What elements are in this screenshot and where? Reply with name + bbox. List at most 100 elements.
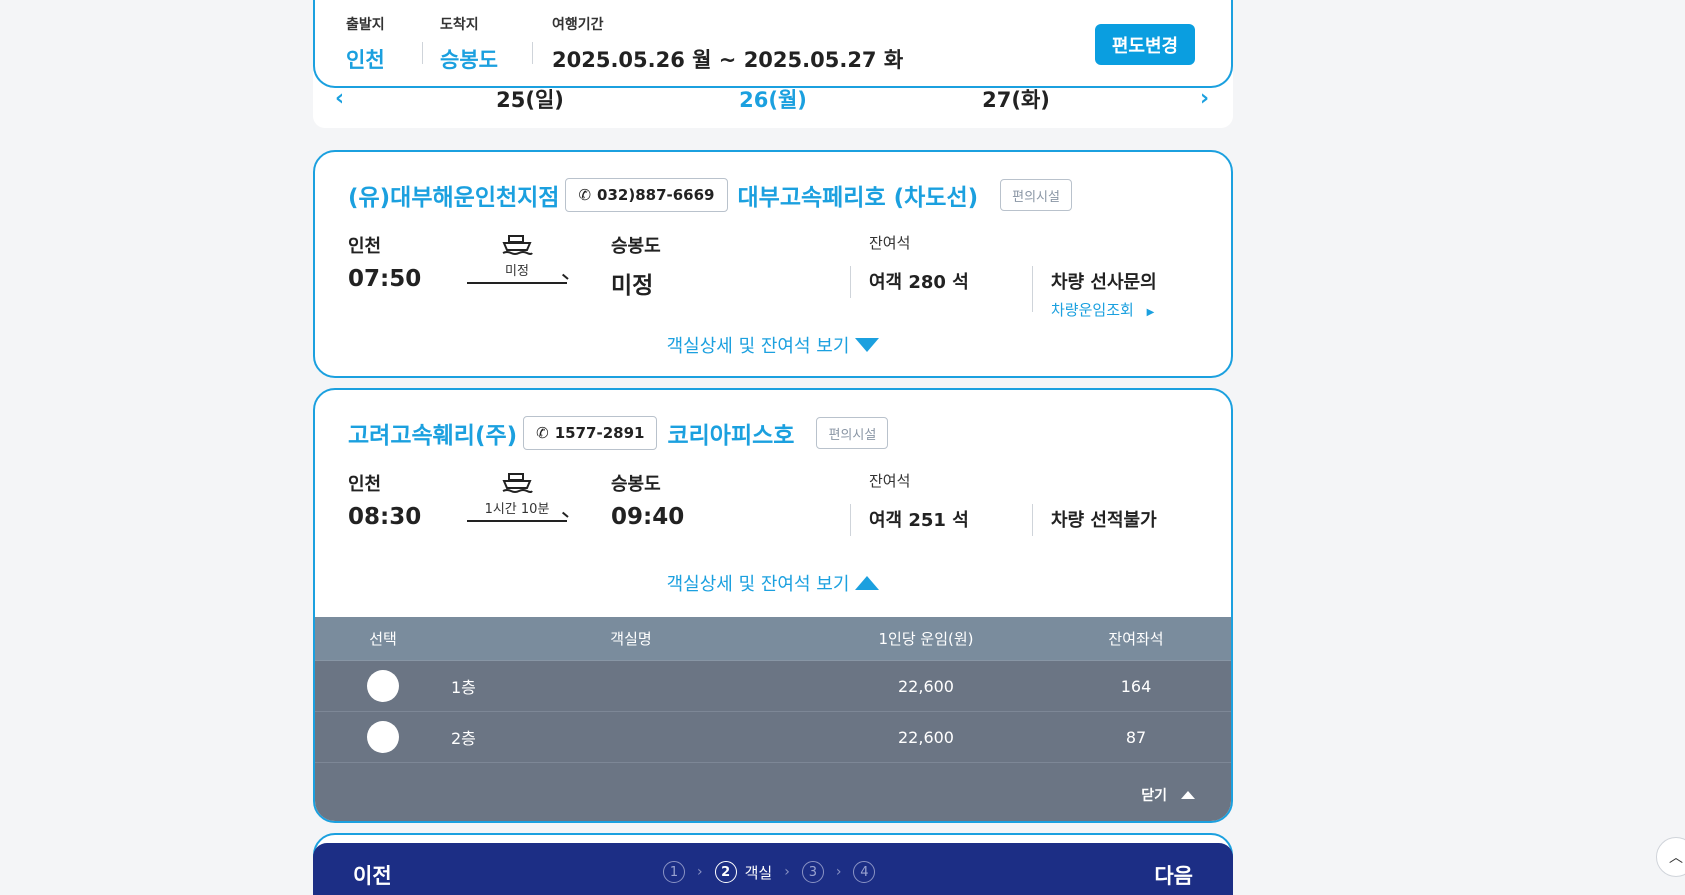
company-name: (유)대부해운인천지점 [348,185,560,211]
departure-port: 인천 [348,474,382,495]
route-arrow [467,282,567,284]
departure-col: 출발지 인천 [346,14,385,74]
cabin-name: 1층 [451,678,476,697]
seat-label: 잔여석 [869,234,911,252]
cabin-table-header: 선택 객실명 1인당 운임(원) 잔여좌석 [315,617,1231,661]
cabin-name: 2층 [451,729,476,748]
next-button[interactable]: 다음 [1154,860,1193,890]
col-remaining: 잔여좌석 [1108,630,1164,648]
triangle-up-icon [855,576,880,590]
chevron-right-icon: › [784,864,790,880]
phone-badge[interactable]: ✆ 032)887-6669 [565,178,728,212]
arrival-port: 승봉도 [611,474,661,495]
cabin-fare: 22,600 [898,727,954,747]
cabin-remaining: 87 [1125,727,1147,747]
detail-toggle[interactable]: 객실상세 및 잔여석 보기 [315,332,1231,358]
period-value: 2025.05.26 월 ~ 2025.05.27 화 [552,48,904,72]
detail-toggle[interactable]: 객실상세 및 잔여석 보기 [315,570,1231,596]
detail-toggle-label: 객실상세 및 잔여석 보기 [666,336,850,357]
cabin-fare: 22,600 [898,676,954,696]
trip-header: 고려고속훼리(주) ✆ 1577-2891 코리아피스호 편의시설 [348,416,889,450]
chevron-up-icon: ︿ [1669,850,1683,866]
departure-time: 08:30 [348,504,422,530]
trip-header: (유)대부해운인천지점 ✆ 032)887-6669 대부고속페리호 (차도선)… [348,178,1072,212]
trip-card: 고려고속훼리(주) ✆ 1577-2891 코리아피스호 편의시설 인천 08:… [313,388,1233,823]
select-cell [315,721,451,753]
vehicle-rate-link[interactable]: 차량운임조회 ▶ [1051,299,1154,320]
date-item-27[interactable]: 27(화) [946,84,1086,114]
departure-label: 출발지 [346,17,385,33]
cabin-radio[interactable] [367,670,399,702]
arrival-value: 승봉도 [440,48,498,72]
cabin-remaining: 164 [1120,676,1152,696]
step-indicator: 1 › 2 객실 › 3 › 4 [663,861,876,883]
col-select: 선택 [369,630,397,648]
step-2: 2 [714,861,737,883]
caret-right-icon: ▶ [1146,307,1155,318]
date-item-26[interactable]: 26(월) [703,84,843,114]
triangle-up-icon [1181,791,1195,799]
arrival-time: 미정 [611,273,654,299]
step-4: 4 [853,861,876,883]
cabin-table: 선택 객실명 1인당 운임(원) 잔여좌석 1층 22,600 164 2층 2… [315,617,1231,821]
divider [532,42,533,64]
arrival-col: 도착지 승봉도 [440,14,498,74]
vehicle-rate-label: 차량운임조회 [1051,301,1134,319]
close-detail-button[interactable]: 닫기 [1141,785,1195,805]
detail-toggle-label: 객실상세 및 잔여석 보기 [666,574,850,595]
arrival-port: 승봉도 [611,236,661,257]
next-date-icon[interactable]: › [1200,86,1209,111]
ferry-icon [502,473,533,493]
period-col: 여행기간 2025.05.26 월 ~ 2025.05.27 화 [552,14,903,74]
col-cabin-name: 객실명 [610,630,652,648]
divider [850,504,851,536]
search-summary: 출발지 인천 도착지 승봉도 여행기간 2025.05.26 월 ~ 2025.… [313,0,1233,88]
departure-port: 인천 [348,236,382,257]
cabin-radio[interactable] [367,721,399,753]
ferry-icon [502,235,533,255]
seat-label: 잔여석 [869,472,911,490]
duration: 미정 [505,264,529,279]
ship-name: 대부고속페리호 (차도선) [737,185,979,211]
passenger-seats: 여객 280 석 [869,272,969,293]
divider [1032,504,1033,536]
ship-name: 코리아피스호 [667,423,795,449]
step-3: 3 [801,861,824,883]
arrival-label: 도착지 [440,17,479,33]
phone-icon: ✆ [536,424,549,442]
divider [850,266,851,298]
select-cell [315,670,451,702]
table-row[interactable]: 1층 22,600 164 [315,661,1231,712]
route-arrow [467,520,567,522]
vehicle-info: 차량 선사문의 [1051,272,1157,293]
step-2-label: 객실 [744,863,773,882]
trip-card: (유)대부해운인천지점 ✆ 032)887-6669 대부고속페리호 (차도선)… [313,150,1233,378]
passenger-seats: 여객 251 석 [869,510,969,531]
prev-date-icon[interactable]: ‹ [335,86,344,111]
departure-time: 07:50 [348,266,422,292]
chevron-right-icon: › [835,864,842,880]
phone-icon: ✆ [578,186,592,204]
company-name: 고려고속훼리(주) [348,423,518,449]
vehicle-info: 차량 선적불가 [1051,510,1157,531]
facility-button[interactable]: 편의시설 [816,417,889,449]
divider [422,42,423,64]
triangle-down-icon [855,338,880,352]
col-fare: 1인당 운임(원) [878,630,974,648]
phone-number: 032)887-6669 [597,186,715,204]
facility-button[interactable]: 편의시설 [1000,179,1072,211]
scroll-top-button[interactable]: ︿ [1656,837,1685,877]
prev-button[interactable]: 이전 [353,860,392,890]
departure-value: 인천 [346,48,385,72]
phone-badge[interactable]: ✆ 1577-2891 [523,416,658,450]
close-label: 닫기 [1141,788,1167,804]
step-navigation: 이전 1 › 2 객실 › 3 › 4 다음 [313,843,1233,895]
table-row[interactable]: 2층 22,600 87 [315,712,1231,763]
date-item-25[interactable]: 25(일) [460,84,600,114]
step-1: 1 [663,861,685,883]
chevron-right-icon: › [697,864,703,880]
change-trip-button[interactable]: 편도변경 [1095,24,1195,65]
arrival-time: 09:40 [611,504,685,530]
period-label: 여행기간 [552,17,604,33]
duration: 1시간 10분 [484,502,550,517]
